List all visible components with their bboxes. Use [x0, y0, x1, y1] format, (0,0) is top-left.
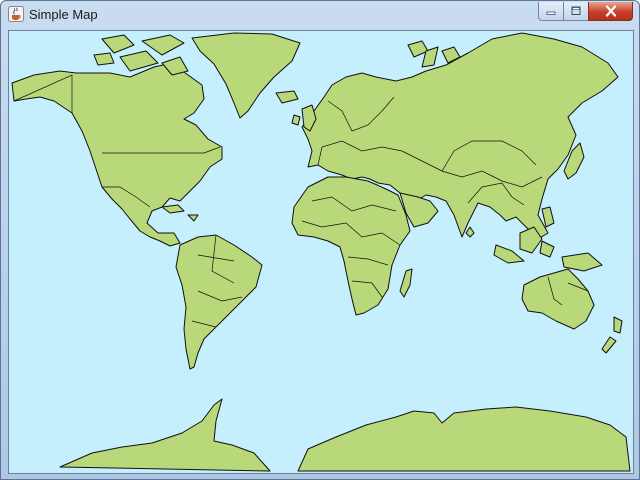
world-map[interactable]: [9, 31, 633, 473]
window-title: Simple Map: [29, 7, 98, 22]
landmass-africa: [291, 176, 411, 316]
window-controls: [538, 2, 633, 22]
close-button[interactable]: [588, 2, 633, 21]
title-bar[interactable]: Simple Map: [1, 1, 639, 29]
map-panel[interactable]: [8, 30, 634, 474]
continents: [11, 32, 631, 472]
landmass-philippines: [541, 206, 555, 228]
java-cup-icon[interactable]: [8, 6, 24, 22]
maximize-icon: [571, 6, 581, 15]
landmass-madagascar: [399, 268, 413, 298]
landmass-borneo-indonesia: [493, 226, 603, 272]
landmass-arctic-islands: [93, 34, 189, 76]
landmass-australia: [521, 268, 595, 330]
landmass-antarctica: [59, 398, 631, 472]
landmass-south-america: [175, 234, 263, 370]
landmass-uk: [291, 104, 317, 132]
landmass-greenland: [191, 32, 301, 119]
landmass-new-zealand: [601, 316, 623, 354]
landmass-sri-lanka: [465, 226, 475, 238]
landmass-north-america: [11, 62, 223, 247]
landmass-caribbean: [161, 204, 199, 222]
close-icon: [605, 5, 616, 17]
landmass-iceland: [275, 90, 299, 104]
maximize-button[interactable]: [563, 2, 589, 21]
app-window: Simple Map: [0, 0, 640, 480]
minimize-icon: [546, 11, 556, 15]
minimize-button[interactable]: [538, 2, 564, 21]
